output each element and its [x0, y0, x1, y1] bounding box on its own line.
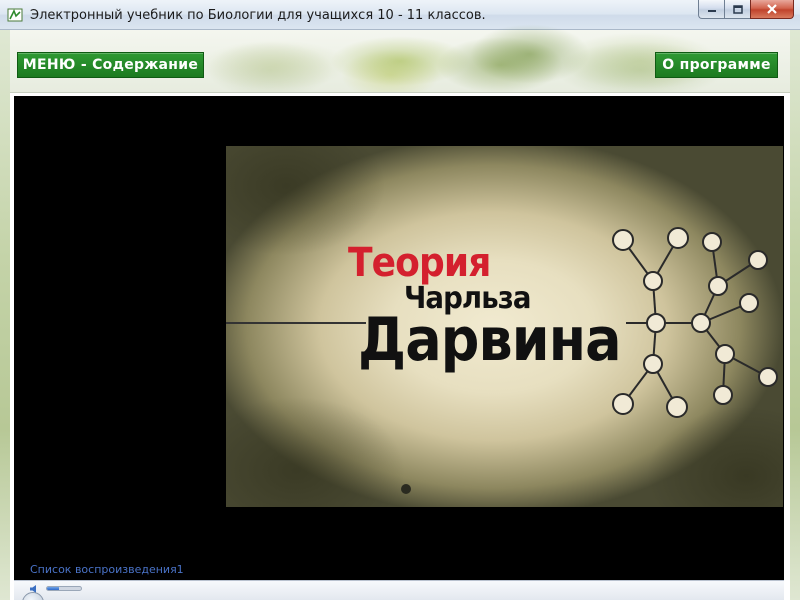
video-title-line3: Дарвина — [358, 305, 622, 375]
volume-slider[interactable] — [46, 586, 82, 591]
video-title-line1: Теория — [348, 240, 491, 286]
close-button[interactable] — [750, 0, 794, 19]
maximize-icon — [732, 4, 743, 14]
volume-level-fill — [47, 587, 59, 590]
window-title: Электронный учебник по Биологии для учащ… — [30, 8, 486, 23]
about-program-button[interactable]: О программе — [655, 52, 778, 78]
minimize-icon — [707, 10, 716, 12]
header-decoration — [330, 36, 470, 86]
window-titlebar[interactable]: Электронный учебник по Биологии для учащ… — [0, 0, 800, 30]
minimize-button[interactable] — [698, 0, 724, 19]
maximize-button[interactable] — [724, 0, 750, 19]
left-decor-strip — [0, 30, 10, 600]
window-controls — [698, 0, 794, 20]
right-decor-strip — [790, 30, 800, 600]
playlist-link[interactable]: Список воспроизведения1 — [30, 563, 184, 576]
header-decoration — [200, 40, 350, 90]
player-controls-bar — [14, 580, 784, 600]
close-icon — [767, 4, 777, 14]
menu-contents-button[interactable]: МЕНЮ - Содержание — [17, 52, 204, 78]
leaf-app-icon — [7, 8, 23, 22]
